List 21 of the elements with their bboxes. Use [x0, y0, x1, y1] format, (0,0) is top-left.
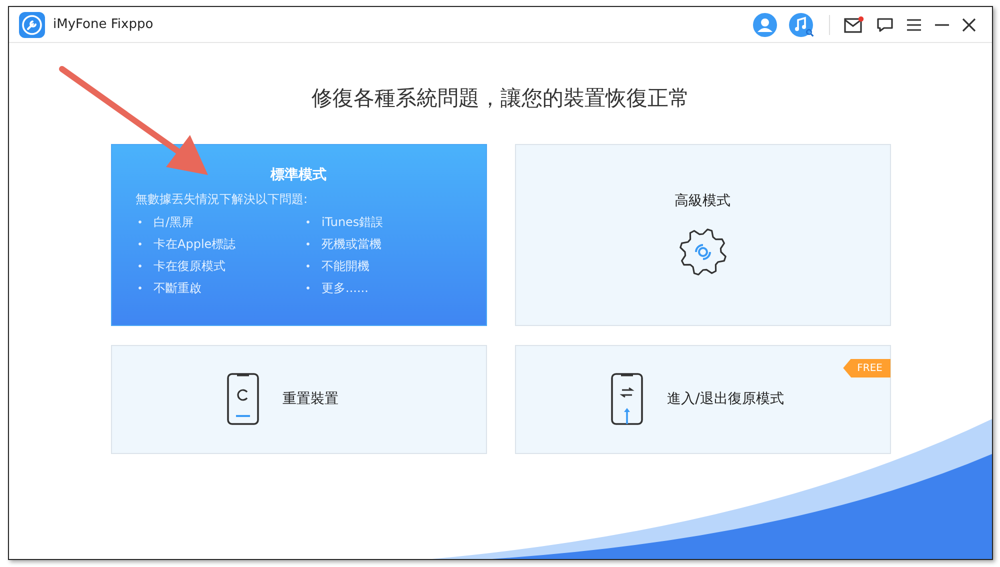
- phone-refresh-icon: [226, 373, 258, 425]
- mode-title: 標準模式: [269, 166, 328, 184]
- page-heading: 修復各種系統問題，讓您的裝置恢復正常: [312, 85, 690, 112]
- menu-icon[interactable]: [906, 18, 922, 32]
- mode-title: 進入/退出復原模式: [667, 390, 784, 408]
- mode-description: 無數據丟失情況下解決以下問題:: [136, 190, 309, 208]
- mail-icon[interactable]: [844, 16, 864, 34]
- chat-icon[interactable]: [876, 16, 894, 34]
- music-search-icon[interactable]: [789, 12, 815, 36]
- app-logo-icon: [19, 12, 45, 38]
- mode-card[interactable]: 進入/退出復原模式 FREE: [514, 344, 890, 454]
- account-icon[interactable]: [753, 12, 777, 36]
- mode-card[interactable]: 高級模式: [514, 144, 890, 326]
- mode-title: 高級模式: [674, 192, 730, 210]
- mode-card[interactable]: 重置裝置: [110, 344, 486, 454]
- mode-title: 重置裝置: [282, 390, 338, 408]
- window-title: iMyFone Fixppo: [53, 16, 154, 34]
- free-badge: FREE: [843, 358, 890, 378]
- gear-icon: [678, 228, 726, 276]
- close-icon[interactable]: [962, 18, 976, 32]
- phone-transfer-icon: [611, 373, 644, 425]
